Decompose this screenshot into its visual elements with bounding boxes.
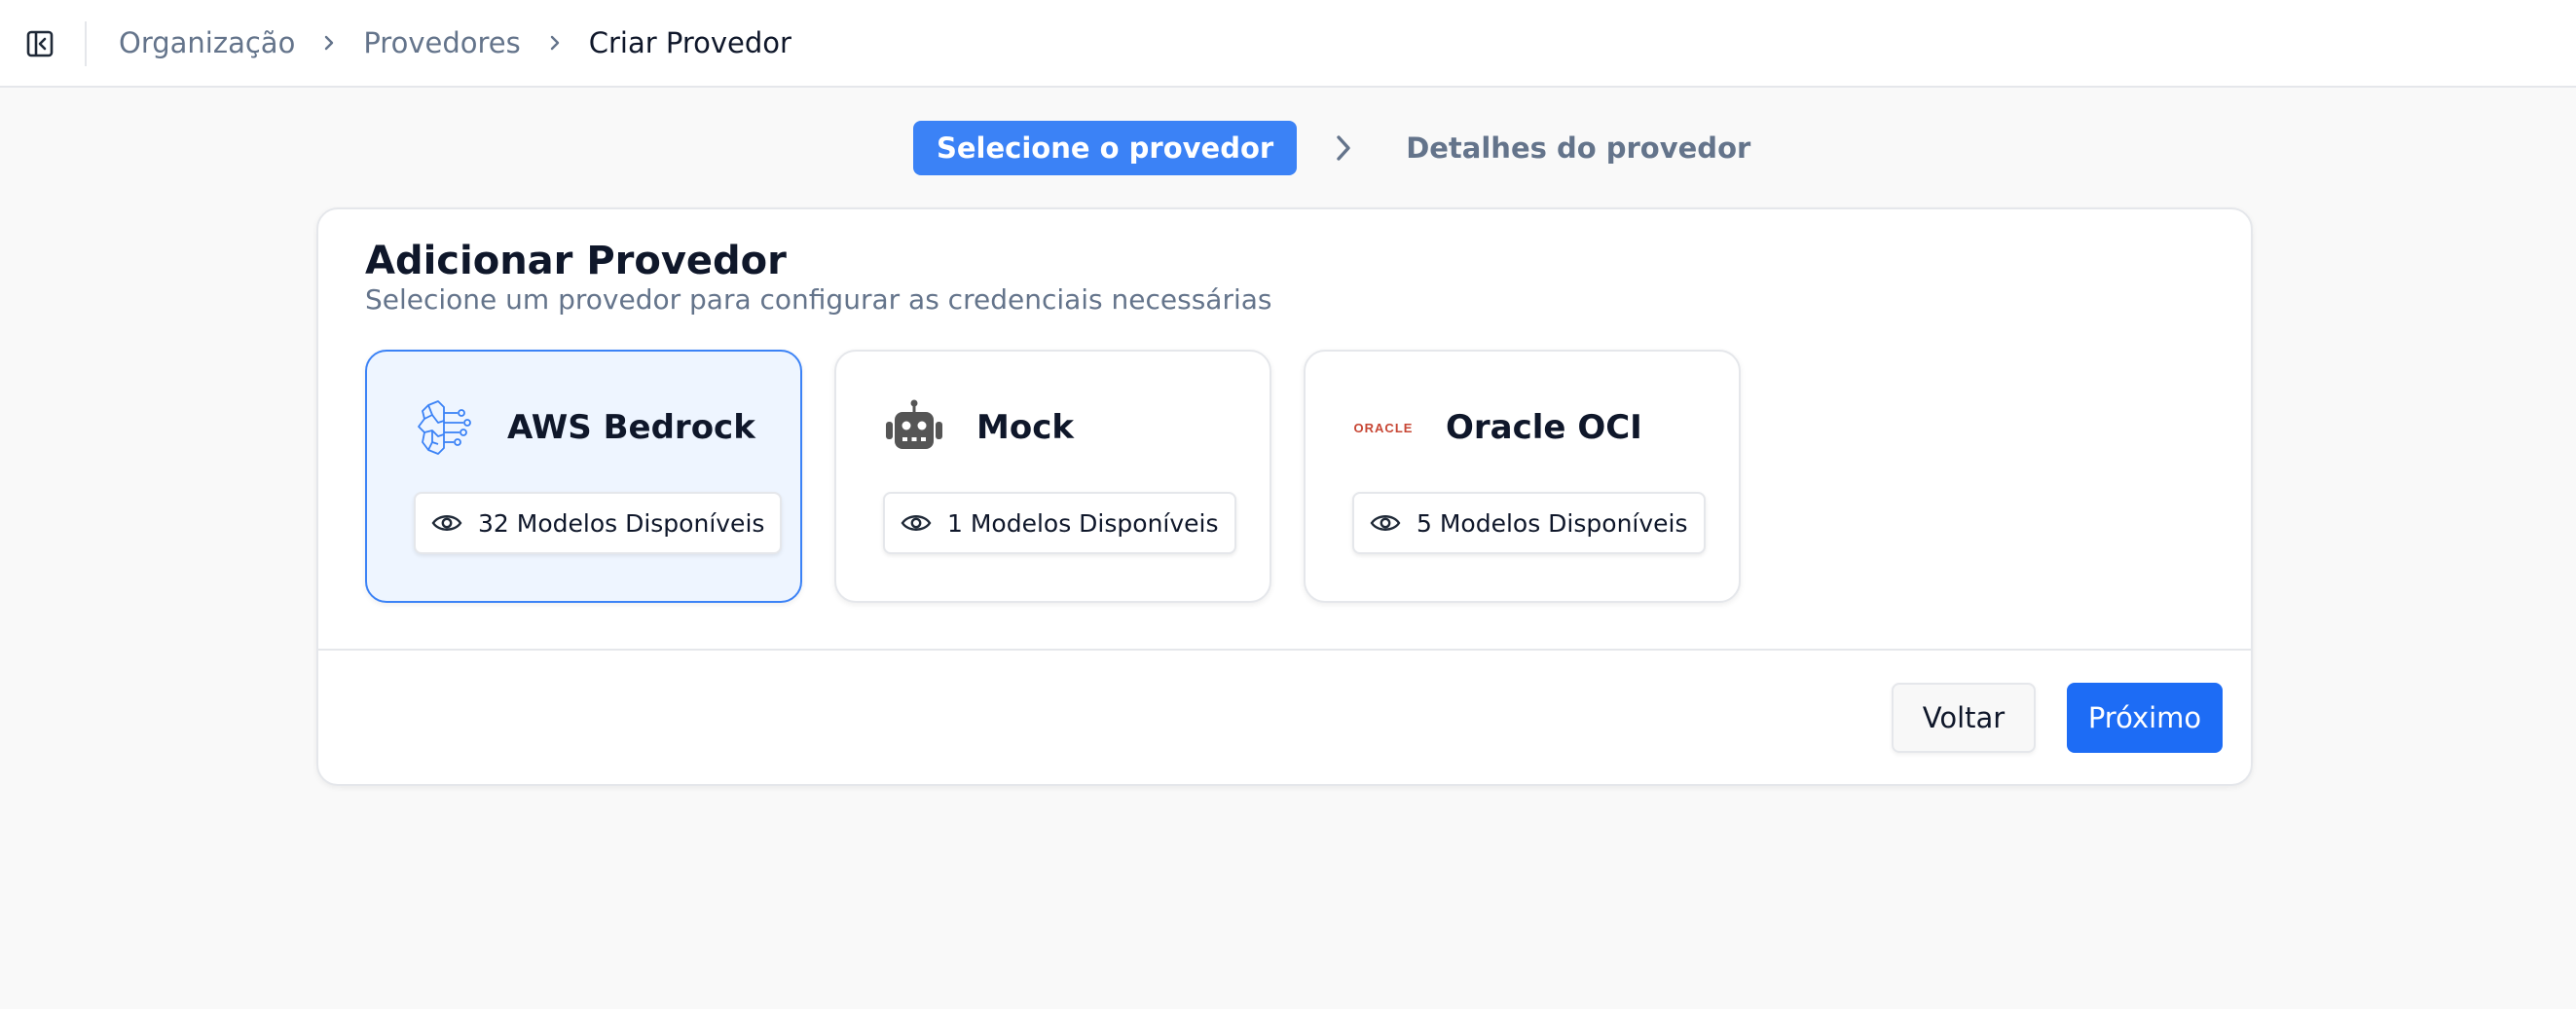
provider-card-oracle-oci[interactable]: ORACLE Oracle OCI 5 Modelos Disponíveis xyxy=(1304,350,1741,603)
stepper: Selecione o provedor Detalhes do provedo… xyxy=(913,121,1750,175)
breadcrumb: Organização Provedores Criar Provedor xyxy=(119,0,791,86)
robot-icon xyxy=(883,396,945,459)
step-provider-details[interactable]: Detalhes do provedor xyxy=(1406,131,1750,165)
back-button[interactable]: Voltar xyxy=(1892,683,2036,753)
chevron-right-icon xyxy=(322,33,336,53)
models-count: 1 Modelos Disponíveis xyxy=(947,508,1219,538)
page-title: Adicionar Provedor xyxy=(365,239,787,283)
models-count: 5 Modelos Disponíveis xyxy=(1417,508,1688,538)
oracle-logo: ORACLE xyxy=(1352,396,1415,459)
provider-card-aws-bedrock[interactable]: AWS Bedrock 32 Modelos Disponíveis xyxy=(365,350,802,603)
topbar-divider xyxy=(85,21,87,66)
oracle-logo-text: ORACLE xyxy=(1353,420,1414,435)
provider-name: AWS Bedrock xyxy=(507,408,755,447)
page-subtitle: Selecione um provedor para configurar as… xyxy=(365,283,1272,316)
chevron-right-icon xyxy=(548,33,562,53)
step-select-provider[interactable]: Selecione o provedor xyxy=(913,121,1298,175)
models-count: 32 Modelos Disponíveis xyxy=(478,508,765,538)
provider-list: AWS Bedrock 32 Modelos Disponíveis Mock … xyxy=(365,350,1741,603)
top-bar: Organização Provedores Criar Provedor xyxy=(0,0,2576,88)
sidebar-toggle-icon[interactable] xyxy=(23,27,56,60)
eye-icon xyxy=(1370,512,1401,534)
eye-icon xyxy=(901,512,932,534)
provider-card-mock[interactable]: Mock 1 Modelos Disponíveis xyxy=(834,350,1271,603)
provider-name: Mock xyxy=(976,408,1074,447)
models-available-button[interactable]: 5 Modelos Disponíveis xyxy=(1352,492,1706,554)
models-available-button[interactable]: 32 Modelos Disponíveis xyxy=(414,492,783,554)
eye-icon xyxy=(431,512,462,534)
next-button[interactable]: Próximo xyxy=(2067,683,2223,753)
chevron-right-icon xyxy=(1324,132,1363,164)
breadcrumb-current: Criar Provedor xyxy=(588,26,791,59)
aws-bedrock-icon xyxy=(414,396,476,459)
breadcrumb-item-organizacao[interactable]: Organização xyxy=(119,26,295,59)
add-provider-card: Adicionar Provedor Selecione um provedor… xyxy=(316,207,2253,786)
breadcrumb-item-provedores[interactable]: Provedores xyxy=(363,26,520,59)
provider-name: Oracle OCI xyxy=(1446,408,1642,447)
models-available-button[interactable]: 1 Modelos Disponíveis xyxy=(883,492,1236,554)
footer-divider xyxy=(318,649,2251,651)
